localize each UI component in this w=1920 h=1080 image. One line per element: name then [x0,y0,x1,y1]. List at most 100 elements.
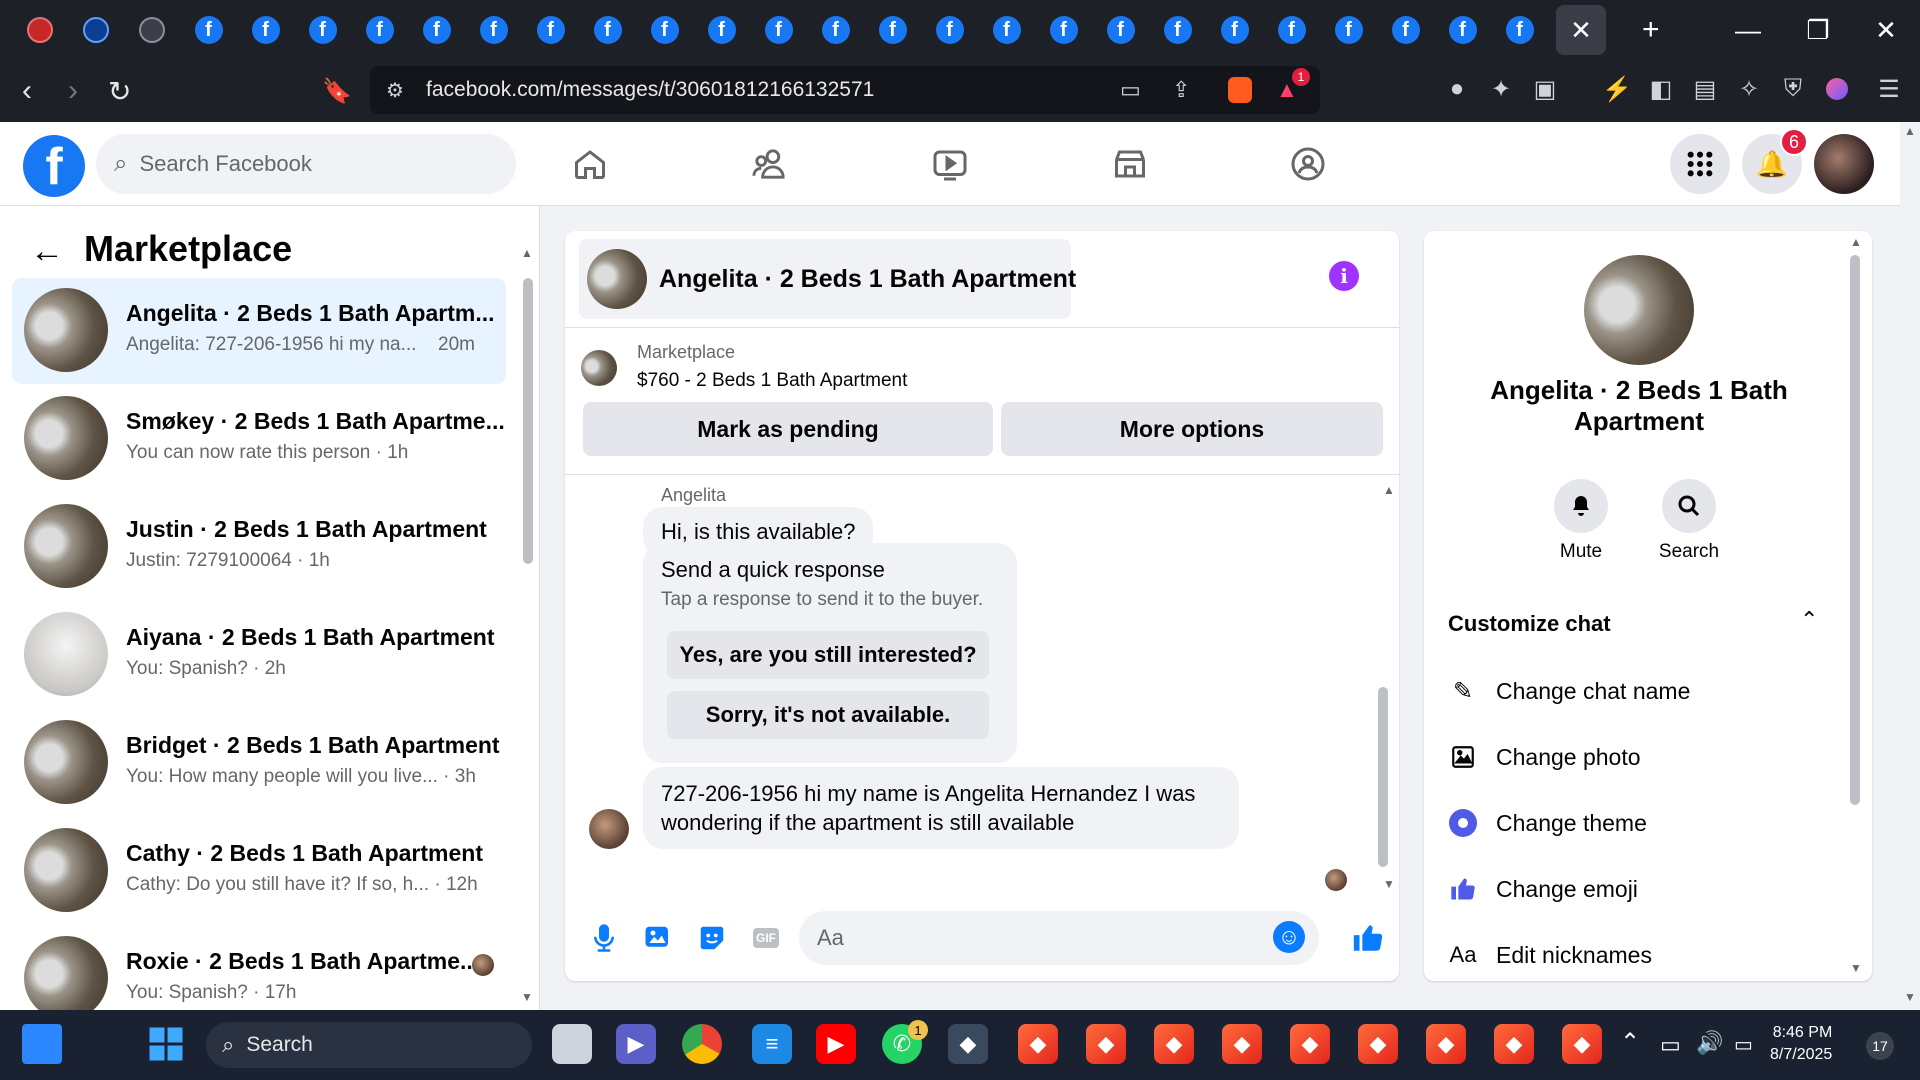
page-scrollbar[interactable]: ▲ ▼ [1900,122,1920,1010]
leo-ai-icon[interactable]: ✧ [1736,76,1762,103]
scrollbar-thumb[interactable] [523,278,533,564]
tab-facebook[interactable]: f [807,0,864,60]
taskbar-search[interactable]: ⌕ Search [206,1022,532,1068]
extensions-icon[interactable]: ✦ [1488,76,1514,103]
brave-window-icon[interactable]: ◆ [1222,1024,1262,1064]
tab-brave[interactable] [12,0,68,60]
tab-facebook[interactable]: f [408,0,465,60]
tab-facebook[interactable]: f [864,0,921,60]
mute-button[interactable] [1554,479,1608,533]
chevron-up-icon[interactable]: ⌃ [1620,1028,1640,1057]
tab-facebook[interactable]: f [237,0,294,60]
active-tab-close-button[interactable]: ✕ [1556,5,1606,55]
vpn-icon[interactable]: ⛨ [1780,75,1806,102]
address-bar[interactable]: ⚙ facebook.com/messages/t/30601812166132… [370,66,1320,114]
thumbs-up-icon[interactable] [1349,919,1387,957]
tab-facebook[interactable]: f [465,0,522,60]
tab-facebook[interactable]: f [1320,0,1377,60]
profile-icon[interactable] [1824,76,1850,102]
quick-response-yes-button[interactable]: Yes, are you still interested? [667,631,989,679]
tab-facebook[interactable]: f [693,0,750,60]
cast-icon[interactable]: ▭ [1120,77,1141,103]
tab-facebook[interactable]: f [1035,0,1092,60]
volume-icon[interactable]: 🔊 [1696,1030,1723,1056]
brave-window-icon[interactable]: ◆ [1290,1024,1330,1064]
tab-facebook[interactable]: f [1491,0,1548,60]
message-input[interactable]: Aa ☺ [799,911,1319,965]
notification-center-badge[interactable]: 17 [1866,1032,1894,1060]
chrome-icon[interactable] [682,1024,722,1064]
record-icon[interactable]: ● [1444,75,1470,102]
chat-info-avatar[interactable] [1584,255,1694,365]
network-icon[interactable]: ▭ [1660,1032,1681,1058]
tab-facebook[interactable]: f [750,0,807,60]
url-text[interactable]: facebook.com/messages/t/3060181216613257… [426,78,874,102]
more-options-button[interactable]: More options [1001,402,1383,456]
wallet-icon[interactable]: ▤ [1692,76,1718,103]
sticker-icon[interactable] [693,919,731,957]
quick-response-no-button[interactable]: Sorry, it's not available. [667,691,989,739]
start-button[interactable] [146,1024,186,1064]
facebook-search-input[interactable]: ⌕ Search Facebook [96,134,516,194]
tab-dark[interactable] [124,0,180,60]
bookmark-icon[interactable]: 🔖 [322,77,352,106]
conversation-item[interactable]: Angelita · 2 Beds 1 Bath Apartm... Angeli… [12,278,506,384]
chat-scrollbar-thumb[interactable] [1378,687,1388,867]
tab-facebook[interactable]: f [579,0,636,60]
forward-button[interactable]: › [68,74,78,108]
brave-shields-icon[interactable] [1228,77,1252,103]
conversation-item[interactable]: Smøkey · 2 Beds 1 Bath Apartme... You can… [12,386,506,492]
notepad-icon[interactable]: ≡ [752,1024,792,1064]
app-icon[interactable]: ◆ [948,1024,988,1064]
tab-facebook[interactable]: f [921,0,978,60]
site-settings-icon[interactable]: ⚙ [386,78,404,103]
tab-facebook[interactable]: f [351,0,408,60]
search-chat-button[interactable] [1662,479,1716,533]
conversation-item[interactable]: Aiyana · 2 Beds 1 Bath Apartment You: Spa… [12,602,506,708]
watch-icon[interactable] [926,142,974,186]
youtube-icon[interactable]: ▶ [816,1024,856,1064]
gif-icon[interactable]: GIF [747,919,785,957]
groups-icon[interactable] [1284,142,1332,186]
change-theme-item[interactable]: Change theme [1448,803,1647,843]
marketplace-icon[interactable] [1106,142,1154,186]
tab-facebook[interactable]: f [1434,0,1491,60]
account-avatar[interactable] [1814,134,1874,194]
battery-icon[interactable]: ▭ [1734,1032,1753,1057]
home-icon[interactable] [566,142,614,186]
info-icon[interactable]: i [1329,261,1359,291]
sender-avatar[interactable] [589,809,629,849]
reader-icon[interactable]: ▣ [1532,76,1558,103]
tab-facebook[interactable]: f [522,0,579,60]
conversation-item[interactable]: Bridget · 2 Beds 1 Bath Apartment You: Ho… [12,710,506,816]
info-scroll-up-arrow[interactable]: ▲ [1850,235,1862,249]
change-chat-name-item[interactable]: ✎ Change chat name [1448,671,1690,711]
share-icon[interactable]: ⇪ [1172,77,1190,103]
mark-as-pending-button[interactable]: Mark as pending [583,402,993,456]
tab-facebook[interactable]: f [1206,0,1263,60]
info-scrollbar-thumb[interactable] [1850,255,1860,805]
close-window-button[interactable]: ✕ [1858,0,1914,60]
scroll-up-arrow[interactable]: ▲ [1383,483,1395,497]
listing-thumbnail[interactable] [581,350,617,386]
photo-icon[interactable] [639,919,677,957]
microphone-icon[interactable] [585,919,623,957]
customize-chat-header[interactable]: Customize chat [1448,611,1611,637]
restore-button[interactable]: ❐ [1790,0,1846,60]
tab-facebook[interactable]: f [636,0,693,60]
menu-grid-button[interactable] [1670,134,1730,194]
brave-window-icon[interactable]: ◆ [1562,1024,1602,1064]
tab-facebook[interactable]: f [1263,0,1320,60]
task-view-icon[interactable] [552,1024,592,1064]
info-scroll-down-arrow[interactable]: ▼ [1850,961,1862,975]
tab-facebook[interactable]: f [180,0,237,60]
brave-window-icon[interactable]: ◆ [1358,1024,1398,1064]
reload-button[interactable]: ↻ [108,75,131,108]
back-arrow-icon[interactable]: ← [30,232,64,271]
brave-window-icon[interactable]: ◆ [1494,1024,1534,1064]
brave-window-icon[interactable]: ◆ [1426,1024,1466,1064]
notifications-button[interactable]: 🔔 6 [1742,128,1808,194]
brave-window-icon[interactable]: ◆ [1154,1024,1194,1064]
change-photo-item[interactable]: Change photo [1448,737,1641,777]
new-tab-button[interactable]: + [1642,13,1660,47]
